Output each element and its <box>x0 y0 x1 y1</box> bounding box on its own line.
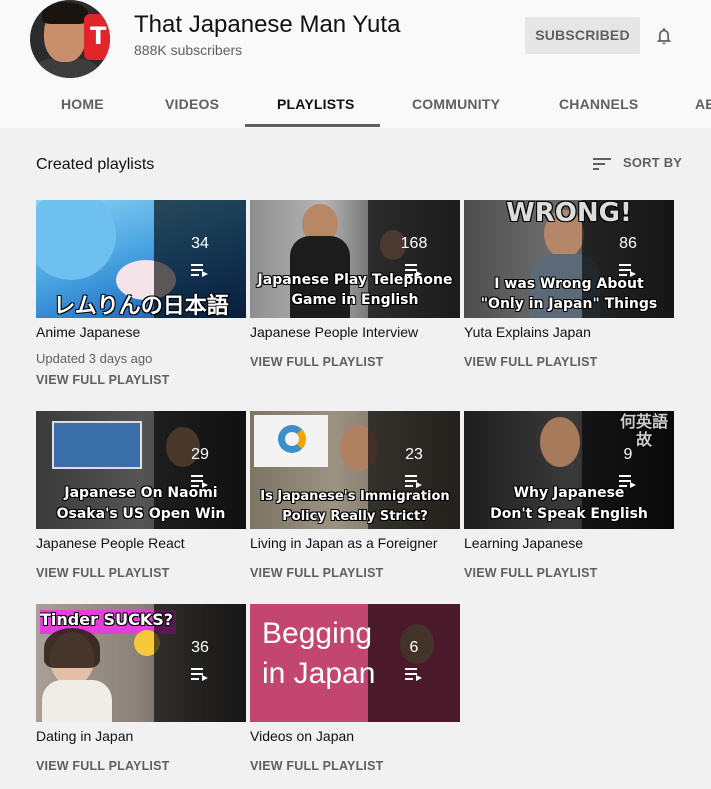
tab-home[interactable]: HOME <box>61 96 104 112</box>
view-full-playlist-link[interactable]: VIEW FULL PLAYLIST <box>464 355 597 369</box>
playlist-icon <box>191 668 208 681</box>
video-count: 29 <box>191 446 209 463</box>
active-tab-indicator <box>245 124 380 127</box>
playlist-icon <box>191 475 208 488</box>
playlist-title[interactable]: Yuta Explains Japan <box>464 324 591 340</box>
subscribed-button[interactable]: SUBSCRIBED <box>525 17 640 54</box>
playlist-title[interactable]: Living in Japan as a Foreigner <box>250 535 438 551</box>
tab-playlists[interactable]: PLAYLISTS <box>277 96 355 112</box>
view-full-playlist-link[interactable]: VIEW FULL PLAYLIST <box>36 759 169 773</box>
thumbnail-caption: Japanese Play Telephone Game in English <box>257 272 453 308</box>
playlist-thumbnail[interactable]: Tinder SUCKS? 36 <box>36 604 246 722</box>
video-count: 6 <box>409 639 419 656</box>
playlist-title[interactable]: Japanese People Interview <box>250 324 418 340</box>
sort-button[interactable]: SORT BY <box>592 155 682 173</box>
channel-title: That Japanese Man Yuta <box>134 11 401 38</box>
sort-label: SORT BY <box>623 155 683 170</box>
thumbnail-caption: Why Japanese Don't Speak English <box>490 485 648 522</box>
thumbnail-caption: I was Wrong About "Only in Japan" Things <box>480 276 658 312</box>
playlist-icon <box>405 475 422 488</box>
playlist-icon <box>191 264 208 277</box>
thumbnail-caption: レムりんの日本語 <box>53 294 229 318</box>
video-count: 34 <box>191 235 209 252</box>
playlist-thumbnail[interactable]: レムりんの日本語 34 <box>36 200 246 318</box>
playlist-thumbnail[interactable]: 何英語故 Why Japanese Don't Speak English 9 <box>464 411 674 529</box>
playlist-title[interactable]: Anime Japanese <box>36 324 140 340</box>
thumbnail-caption-top: WRONG! <box>506 200 632 228</box>
playlist-icon <box>405 668 422 681</box>
thumbnail-caption-top: 何英語故 <box>619 413 668 449</box>
channel-header: T That Japanese Man Yuta 888K subscriber… <box>0 0 711 128</box>
video-count: 168 <box>400 235 428 252</box>
playlist-thumbnail[interactable]: Japanese Play Telephone Game in English … <box>250 200 460 318</box>
tab-videos[interactable]: VIDEOS <box>165 96 219 112</box>
view-full-playlist-link[interactable]: VIEW FULL PLAYLIST <box>250 355 383 369</box>
video-count: 86 <box>619 235 637 252</box>
playlist-title[interactable]: Dating in Japan <box>36 728 133 744</box>
playlist-title[interactable]: Learning Japanese <box>464 535 583 551</box>
tab-community[interactable]: COMMUNITY <box>412 96 500 112</box>
view-full-playlist-link[interactable]: VIEW FULL PLAYLIST <box>36 373 169 387</box>
tab-about[interactable]: AB <box>695 96 711 112</box>
notification-bell-icon[interactable] <box>654 26 674 46</box>
sort-icon <box>593 158 611 170</box>
playlist-icon <box>619 475 636 488</box>
thumbnail-caption: Japanese On Naomi Osaka's US Open Win <box>56 485 226 522</box>
playlist-icon <box>619 264 636 277</box>
view-full-playlist-link[interactable]: VIEW FULL PLAYLIST <box>36 566 169 580</box>
view-full-playlist-link[interactable]: VIEW FULL PLAYLIST <box>250 566 383 580</box>
channel-avatar[interactable]: T <box>30 0 110 78</box>
playlist-updated: Updated 3 days ago <box>36 351 153 366</box>
view-full-playlist-link[interactable]: VIEW FULL PLAYLIST <box>250 759 383 773</box>
tab-channels[interactable]: CHANNELS <box>559 96 638 112</box>
thumbnail-caption: Is Japanese's Immigration Policy Really … <box>260 489 450 524</box>
subscriber-count: 888K subscribers <box>134 42 243 58</box>
playlist-title[interactable]: Videos on Japan <box>250 728 354 744</box>
section-title: Created playlists <box>36 156 155 173</box>
playlist-thumbnail[interactable]: Japanese On Naomi Osaka's US Open Win 29 <box>36 411 246 529</box>
video-count: 9 <box>623 446 633 463</box>
playlist-thumbnail[interactable]: Is Japanese's Immigration Policy Really … <box>250 411 460 529</box>
playlist-thumbnail[interactable]: Begging in Japan 6 <box>250 604 460 722</box>
view-full-playlist-link[interactable]: VIEW FULL PLAYLIST <box>464 566 597 580</box>
thumbnail-caption-top: Tinder SUCKS? <box>40 610 174 629</box>
playlist-thumbnail[interactable]: WRONG! I was Wrong About "Only in Japan"… <box>464 200 674 318</box>
playlist-title[interactable]: Japanese People React <box>36 535 185 551</box>
playlist-icon <box>405 264 422 277</box>
video-count: 23 <box>405 446 423 463</box>
video-count: 36 <box>191 639 209 656</box>
